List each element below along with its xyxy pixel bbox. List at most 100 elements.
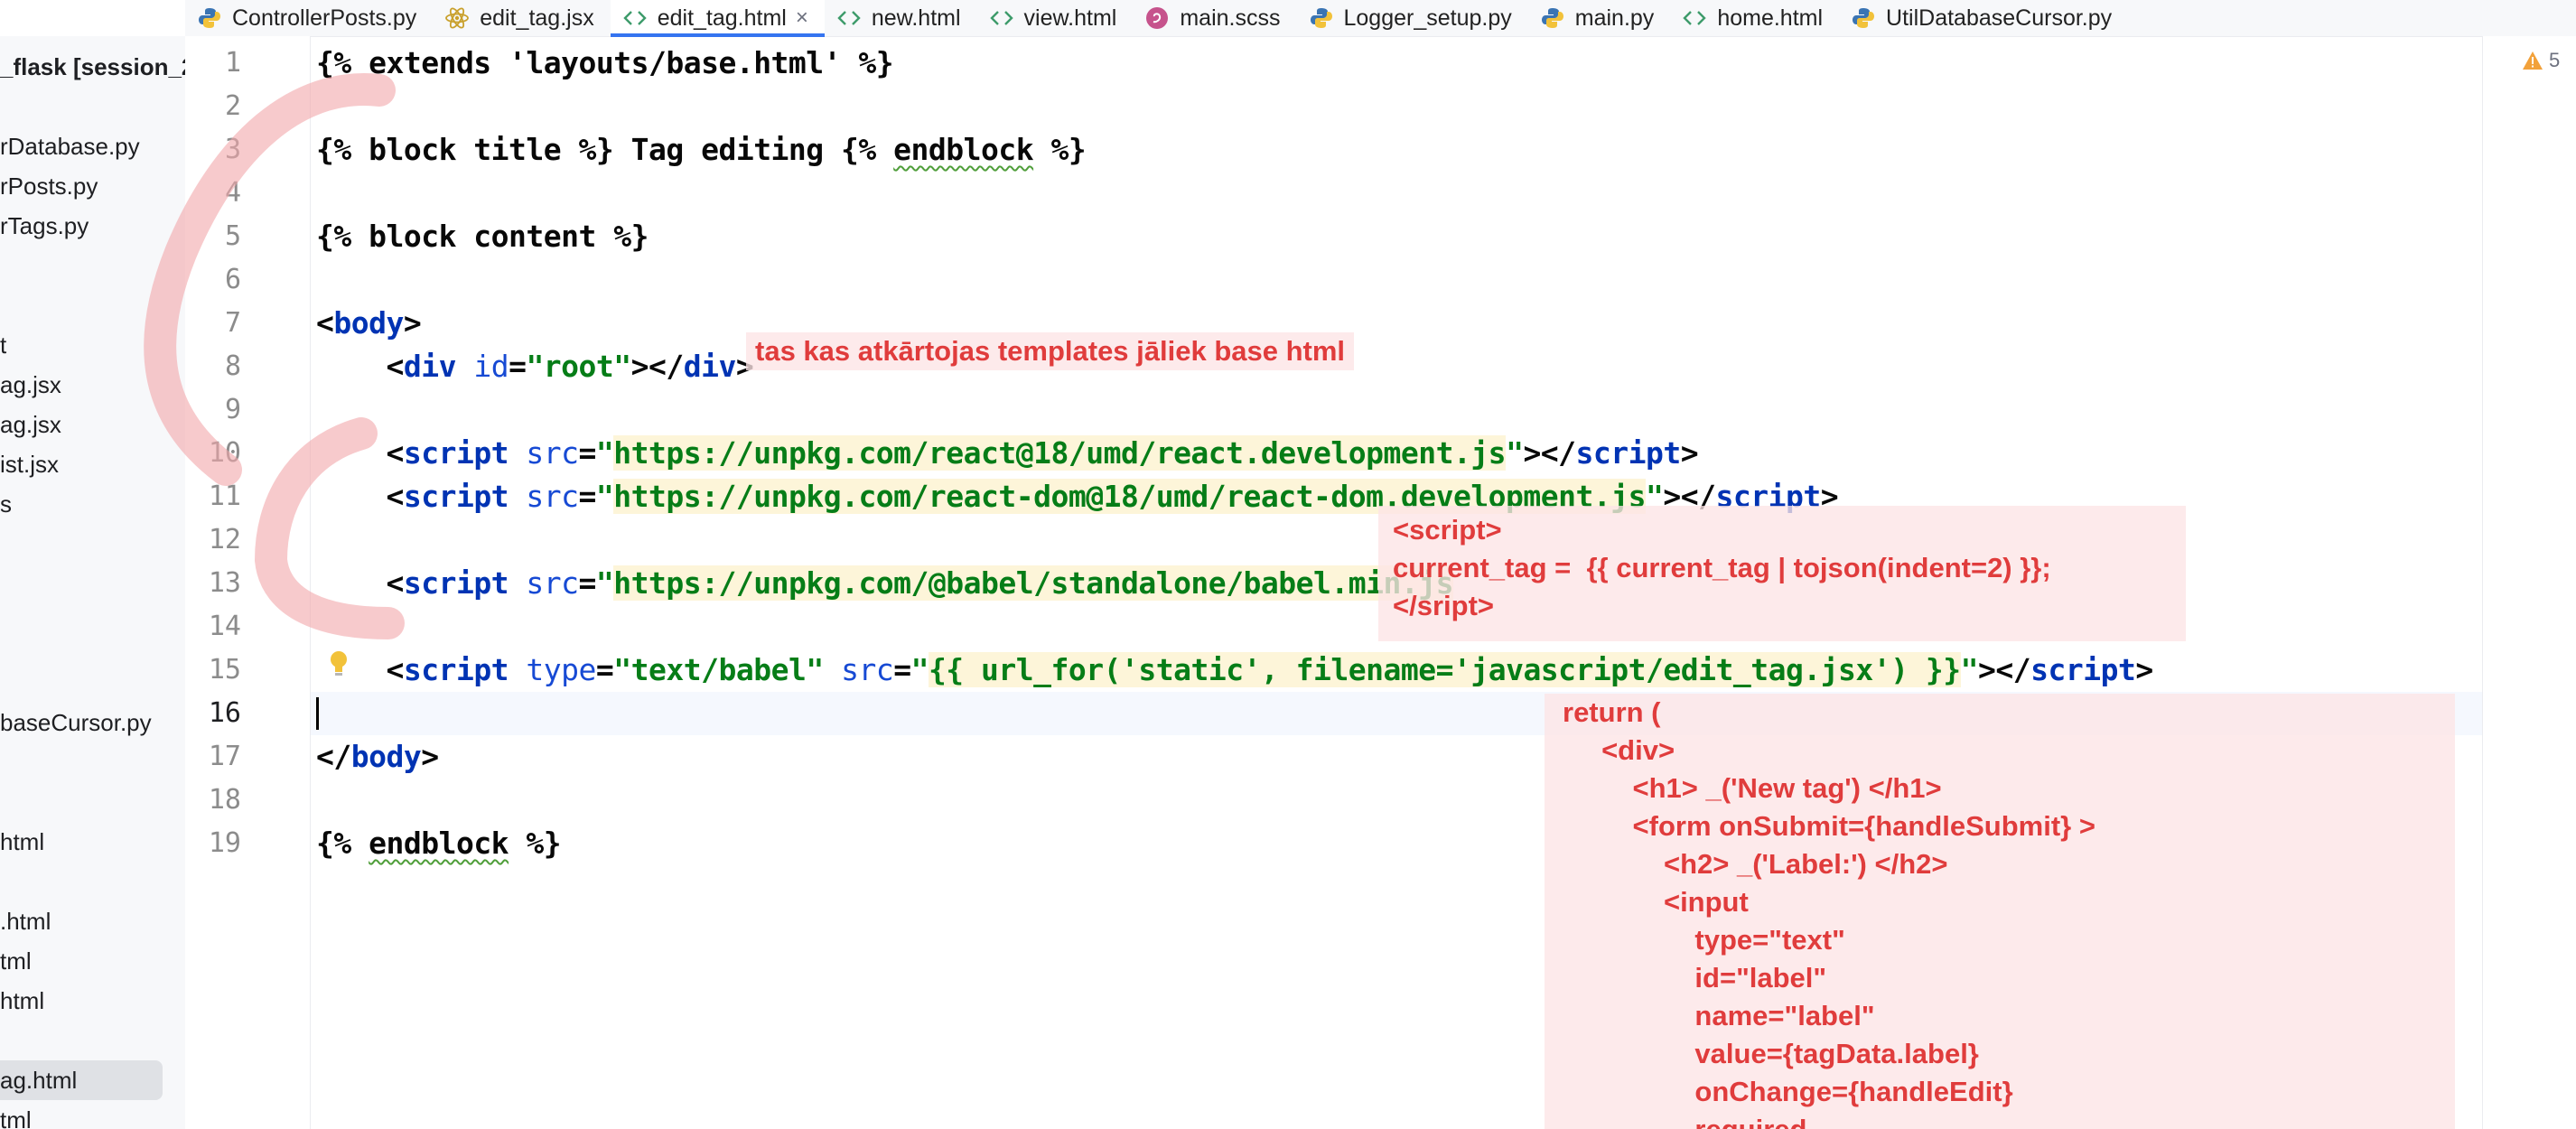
- tree-item[interactable]: ist.jsx: [0, 444, 59, 484]
- tab-main-scss[interactable]: main.scss: [1133, 0, 1296, 36]
- tab-label: new.html: [871, 5, 961, 31]
- line-number: 4: [224, 177, 241, 209]
- tab-label: home.html: [1717, 5, 1824, 31]
- tree-item[interactable]: s: [0, 484, 12, 524]
- code-token: id: [455, 349, 509, 384]
- html-icon: [835, 5, 863, 32]
- tree-item[interactable]: html: [0, 981, 44, 1021]
- code-token: ></: [1523, 435, 1576, 471]
- code-line-19[interactable]: {% endblock %}: [316, 822, 562, 865]
- html-icon: [988, 5, 1015, 32]
- code-token: =: [893, 652, 911, 687]
- tree-item[interactable]: html: [0, 822, 44, 862]
- code-token: src: [823, 652, 894, 687]
- code-line-10[interactable]: <script src="https://unpkg.com/react@18/…: [316, 432, 1699, 475]
- code-token: %}: [509, 826, 562, 861]
- code-line-5[interactable]: {% block content %}: [316, 215, 649, 258]
- line-number: 1: [224, 47, 241, 79]
- react-icon: [443, 5, 471, 32]
- code-token: >: [421, 739, 439, 774]
- line-number: 17: [208, 741, 241, 772]
- tab-label: Logger_setup.py: [1343, 5, 1512, 31]
- code-token: <: [316, 479, 404, 514]
- code-line-7[interactable]: <body>: [316, 302, 422, 345]
- python-icon: [1850, 5, 1877, 32]
- tree-item[interactable]: baseCursor.py: [0, 703, 152, 742]
- code-token: <: [316, 565, 404, 601]
- text-caret: [316, 697, 319, 730]
- code-line-17[interactable]: </body>: [316, 735, 439, 779]
- tab-home-html[interactable]: home.html: [1670, 0, 1839, 36]
- tab-label: UtilDatabaseCursor.py: [1886, 5, 2113, 31]
- line-number: 2: [224, 90, 241, 122]
- tree-item[interactable]: rPosts.py: [0, 166, 98, 206]
- tab-label: view.html: [1023, 5, 1117, 31]
- code-line-8[interactable]: <div id="root"></div>: [316, 345, 753, 388]
- code-token: div: [683, 349, 737, 384]
- code-token: https://unpkg.com/react@18/umd/react.dev…: [613, 435, 1507, 471]
- code-token: <: [316, 305, 334, 341]
- code-line-3[interactable]: {% block title %} Tag editing {% endbloc…: [316, 128, 1087, 172]
- line-number: 11: [208, 481, 241, 512]
- tree-item[interactable]: tml: [0, 941, 32, 981]
- project-root[interactable]: _flask [session_2: [0, 47, 186, 87]
- annotation-note-jsx-return: return ( <div> <h1> _('New tag') </h1> <…: [1545, 694, 2455, 1129]
- tab-edit-tag-jsx[interactable]: edit_tag.jsx: [433, 0, 610, 36]
- tab-logger-setup[interactable]: Logger_setup.py: [1297, 0, 1528, 36]
- code-token: endblock: [893, 132, 1034, 167]
- code-token: ": [595, 435, 614, 471]
- python-icon: [196, 5, 223, 32]
- tab-new-html[interactable]: new.html: [825, 0, 977, 36]
- code-token: type: [509, 652, 596, 687]
- tab-label: main.scss: [1180, 5, 1281, 31]
- line-number: 8: [224, 350, 241, 382]
- code-token: body: [350, 739, 422, 774]
- code-token: ": [595, 565, 614, 601]
- tab-view-html[interactable]: view.html: [977, 0, 1134, 36]
- code-token: </: [316, 739, 351, 774]
- line-number: 5: [224, 220, 241, 252]
- code-token: ": [1506, 435, 1524, 471]
- line-number: 19: [208, 827, 241, 859]
- code-line-13[interactable]: <script src="https://unpkg.com/@babel/st…: [316, 562, 1453, 605]
- tree-item-selected[interactable]: ag.html: [0, 1060, 163, 1100]
- code-token: script: [2030, 652, 2136, 687]
- tab-controllerposts[interactable]: ControllerPosts.py: [185, 0, 433, 36]
- code-token: >: [2135, 652, 2153, 687]
- tree-item[interactable]: t: [0, 325, 6, 365]
- code-line-1[interactable]: {% extends 'layouts/base.html' %}: [316, 42, 894, 85]
- code-token: body: [333, 305, 404, 341]
- code-token: "text/babel": [613, 652, 824, 687]
- code-token: =: [578, 435, 597, 471]
- tab-main-py[interactable]: main.py: [1528, 0, 1671, 36]
- line-number: 12: [208, 524, 241, 555]
- tree-item[interactable]: rTags.py: [0, 206, 89, 246]
- tab-label: ControllerPosts.py: [232, 5, 417, 31]
- warnings-indicator[interactable]: 5: [2522, 49, 2560, 72]
- line-number: 3: [224, 134, 241, 165]
- line-number: 18: [208, 784, 241, 816]
- close-icon[interactable]: ×: [796, 5, 808, 31]
- project-name: _flask: [0, 53, 67, 80]
- tab-edit-tag-html[interactable]: edit_tag.html ×: [610, 0, 826, 37]
- tree-item[interactable]: tml: [0, 1100, 32, 1129]
- project-branch: [session_2: [72, 53, 186, 80]
- tree-item[interactable]: .html: [0, 901, 51, 941]
- warning-icon: [2522, 51, 2543, 70]
- warnings-count: 5: [2549, 49, 2561, 71]
- code-token: {% block title %} Tag editing {%: [316, 132, 894, 167]
- code-token: script: [403, 565, 509, 601]
- code-token: script: [403, 652, 509, 687]
- tree-item[interactable]: ag.jsx: [0, 405, 61, 444]
- tree-item[interactable]: ag.jsx: [0, 365, 61, 405]
- code-token: src: [509, 479, 579, 514]
- tab-utildatabasecursor[interactable]: UtilDatabaseCursor.py: [1839, 0, 2128, 36]
- tree-item[interactable]: rDatabase.py: [0, 126, 140, 166]
- code-line-15[interactable]: <script type="text/babel" src="{{ url_fo…: [316, 648, 2153, 692]
- annotation-note-script: <script> current_tag = {{ current_tag | …: [1378, 506, 2186, 641]
- code-token: ></: [630, 349, 685, 384]
- code-token: script: [403, 435, 509, 471]
- code-token: {%: [316, 826, 369, 861]
- code-token: <: [316, 435, 404, 471]
- editor-right-strip: [2482, 36, 2576, 1129]
